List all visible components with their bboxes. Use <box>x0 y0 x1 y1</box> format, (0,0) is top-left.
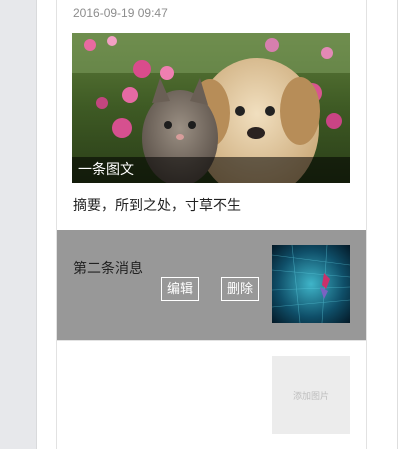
summary-text: 摘要，所到之处，寸草不生 <box>73 197 241 213</box>
add-image-placeholder[interactable]: 添加图片 <box>272 356 350 434</box>
edit-button[interactable]: 编辑 <box>161 277 200 301</box>
right-panel-border <box>397 0 398 449</box>
second-message-item[interactable]: 第二条消息 编辑 删除 <box>57 230 366 340</box>
list-divider <box>57 340 366 341</box>
timestamp: 2016-09-19 09:47 <box>73 6 168 20</box>
news-card: 2016-09-19 09:47 一条图文 摘要，所到之处，寸草不生 第二条消息… <box>56 0 367 449</box>
cover-image[interactable]: 一条图文 <box>72 33 350 183</box>
second-message-title: 第二条消息 <box>73 260 143 276</box>
left-gutter <box>0 0 37 449</box>
second-message-thumbnail <box>272 245 350 323</box>
delete-button[interactable]: 删除 <box>221 277 260 301</box>
cover-caption: 一条图文 <box>78 161 134 177</box>
